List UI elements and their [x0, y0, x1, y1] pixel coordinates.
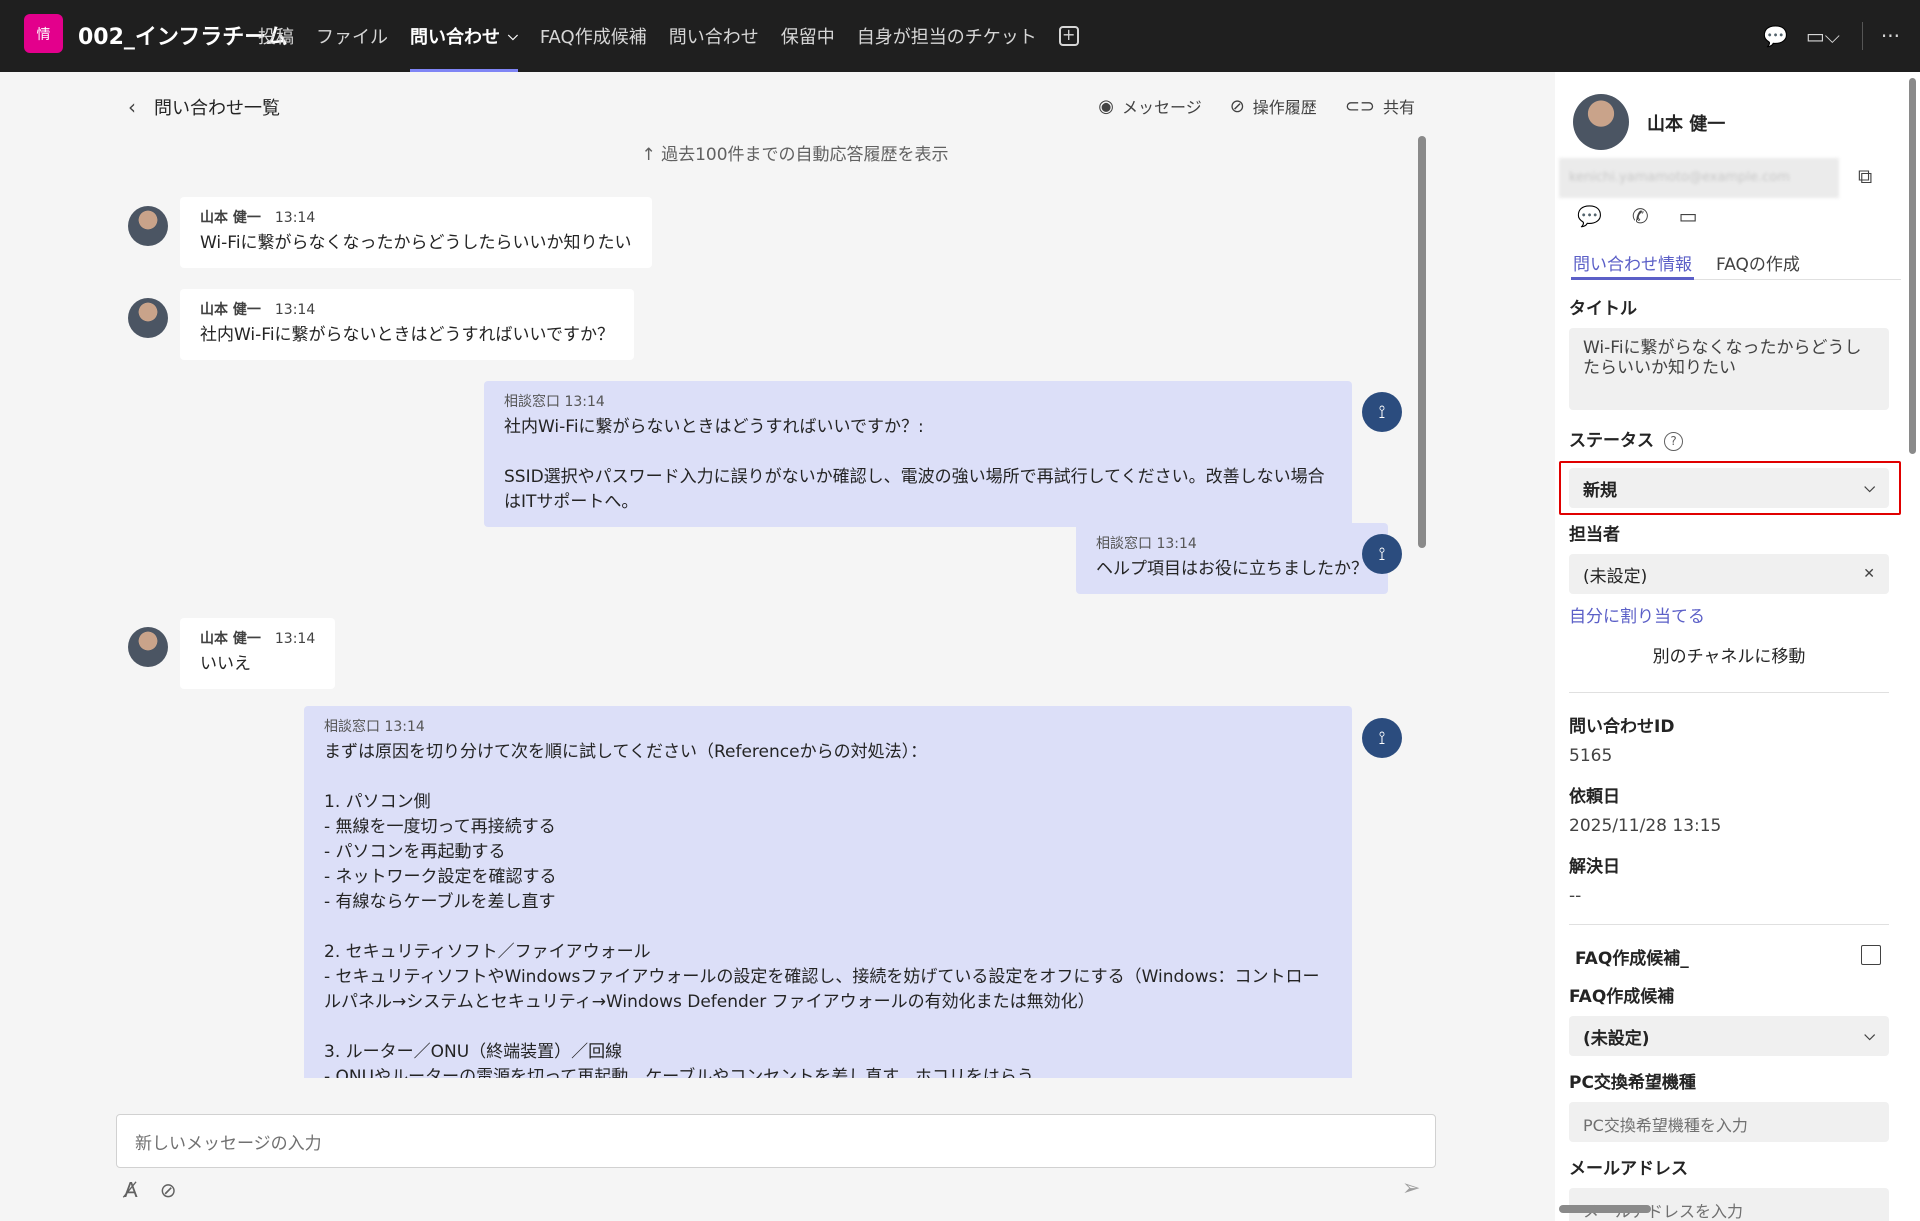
resolve-date-label: 解決日	[1569, 857, 1620, 877]
assignee-select[interactable]: (未設定) ✕	[1569, 554, 1889, 594]
faq-select[interactable]: (未設定) ⌵	[1569, 1016, 1889, 1056]
divider	[1861, 22, 1863, 50]
request-date-label: 依頼日	[1569, 787, 1620, 807]
faq-label: FAQ作成候補	[1569, 987, 1675, 1007]
tab-faq-candidates[interactable]: FAQ作成候補	[540, 0, 647, 72]
chevron-left-icon: ‹	[128, 95, 136, 119]
pc-label: PC交換希望機種	[1569, 1073, 1696, 1093]
tab-inquiry-info[interactable]: 問い合わせ情報	[1571, 250, 1694, 280]
chevron-down-icon: ⌵	[1864, 1028, 1875, 1044]
assign-self-link[interactable]: 自分に割り当てる	[1569, 602, 1705, 627]
format-icon[interactable]: A̸	[124, 1178, 138, 1202]
bot-message: 相談窓口 13:14 社内Wi-Fiに繋がらないときはどうすればいいですか？: …	[484, 381, 1352, 527]
chevron-down-icon: ⌵	[1864, 480, 1875, 496]
message-input[interactable]: 新しいメッセージの入力	[116, 1114, 1436, 1168]
panel-scrollbar[interactable]	[1909, 78, 1916, 454]
mail-label: メールアドレス	[1569, 1159, 1688, 1179]
user-email: kenichi.yamamoto@example.com	[1559, 158, 1839, 198]
inquiry-id-label: 問い合わせID	[1569, 717, 1675, 737]
help-icon[interactable]: ?	[1664, 431, 1683, 451]
tab-my-tickets[interactable]: 自身が担当のチケット	[857, 0, 1037, 72]
bot-message: 相談窓口 13:14 まずは原因を切り分けて次を順に試してください（Refere…	[304, 706, 1352, 1078]
user-message: 山本 健一 13:14 いいえ	[180, 618, 336, 689]
channel-tabs: 投稿 ファイル 問い合わせ ⌵ FAQ作成候補 問い合わせ 保留中 自身が担当のチ…	[258, 0, 1079, 72]
tab-posts[interactable]: 投稿	[258, 0, 294, 72]
move-channel-button[interactable]: 別のチャネルに移動	[1569, 642, 1889, 667]
more-icon[interactable]: ···	[1881, 24, 1900, 48]
copy-icon[interactable]: ⧉	[1858, 164, 1872, 188]
bot-icon[interactable]: ⟟	[1362, 534, 1402, 574]
video-call-icon[interactable]: ▭⌵	[1806, 24, 1840, 48]
eye-off-icon: ⊘	[1229, 95, 1245, 117]
divider	[1569, 924, 1889, 925]
bot-icon[interactable]: ⟟	[1362, 718, 1402, 758]
tab-files[interactable]: ファイル	[316, 0, 388, 72]
tab-on-hold[interactable]: 保留中	[781, 0, 835, 72]
avatar[interactable]	[128, 206, 168, 246]
tab-inquiries-active[interactable]: 問い合わせ ⌵	[410, 0, 518, 72]
send-icon[interactable]: ➢	[1402, 1176, 1420, 1201]
request-date-value: 2025/11/28 13:15	[1569, 816, 1722, 836]
contact-actions: 💬 ✆ ▭	[1577, 204, 1728, 228]
faq-checkbox-label: FAQ作成候補_	[1575, 949, 1689, 969]
history-button[interactable]: ⊘ 操作履歴	[1230, 94, 1317, 118]
bot-message: 相談窓口 13:14 ヘルプ項目はお役に立ちましたか？	[1076, 523, 1388, 594]
chat-area: ‹ 問い合わせ一覧 ◉ メッセージ ⊘ 操作履歴 ⊂⊃ 共有 ↑ 過去100件までの自…	[0, 72, 1555, 1221]
panel-tabs: 問い合わせ情報 FAQの作成	[1571, 250, 1901, 280]
user-message: 山本 健一 13:14 Wi-Fiに繋がらなくなったからどうしたらいいか知りたい	[180, 197, 652, 268]
title-field[interactable]: Wi-Fiに繋がらなくなったからどうしたらいいか知りたい	[1569, 328, 1889, 410]
phone-icon[interactable]: ✆	[1632, 204, 1649, 228]
clear-icon[interactable]: ✕	[1863, 566, 1875, 582]
message-button[interactable]: ◉ メッセージ	[1098, 94, 1201, 118]
avatar[interactable]	[1573, 94, 1629, 150]
resolve-date-value: --	[1569, 886, 1582, 906]
bot-icon[interactable]: ⟟	[1362, 392, 1402, 432]
back-to-list[interactable]: ‹ 問い合わせ一覧	[128, 94, 280, 120]
composer-tools: A̸ ⊘	[124, 1178, 198, 1202]
topbar-actions: 💬 ▭⌵ ···	[1745, 0, 1900, 72]
inquiry-id-value: 5165	[1569, 746, 1613, 766]
chevron-down-icon: ⌵	[508, 28, 518, 44]
tab-inquiries[interactable]: 問い合わせ	[669, 0, 759, 72]
attach-icon[interactable]: ⊘	[160, 1178, 177, 1202]
chat-icon[interactable]: 💬	[1577, 204, 1602, 228]
share-button[interactable]: ⊂⊃ 共有	[1345, 94, 1415, 118]
user-message: 山本 健一 13:14 社内Wi-Fiに繋がらないときはどうすればいいですか？	[180, 289, 635, 360]
tab-faq-create[interactable]: FAQの作成	[1714, 250, 1802, 280]
link-icon: ⊂⊃	[1344, 95, 1375, 117]
assignee-label: 担当者	[1569, 525, 1620, 545]
status-label: ステータス?	[1569, 426, 1683, 451]
history-link[interactable]: ↑ 過去100件までの自動応答履歴を表示	[0, 140, 1590, 165]
video-icon[interactable]: ▭	[1679, 204, 1698, 228]
inquiry-panel: 山本 健一 kenichi.yamamoto@example.com ⧉ 💬 ✆…	[1555, 72, 1920, 1221]
status-select[interactable]: 新規 ⌵	[1569, 468, 1889, 508]
panel-horizontal-scrollbar[interactable]	[1559, 1205, 1651, 1213]
divider	[1569, 692, 1889, 693]
faq-checkbox[interactable]	[1861, 945, 1881, 965]
eye-icon: ◉	[1098, 95, 1115, 117]
bot-message-long: 相談窓口 13:14 まずは原因を切り分けて次を順に試してください（Refere…	[304, 706, 1352, 1078]
user-name: 山本 健一	[1647, 114, 1726, 135]
team-icon[interactable]: 情	[24, 14, 63, 53]
avatar[interactable]	[128, 298, 168, 338]
add-tab-icon[interactable]: +	[1058, 26, 1079, 46]
team-name[interactable]: 002_インフラチーム	[78, 19, 288, 51]
top-bar: 情 002_インフラチーム 投稿 ファイル 問い合わせ ⌵ FAQ作成候補 問い合…	[0, 0, 1920, 72]
chat-actions: ◉ メッセージ ⊘ 操作履歴 ⊂⊃ 共有	[1070, 94, 1415, 118]
chat-icon[interactable]: 💬	[1763, 24, 1788, 48]
pc-input[interactable]: PC交換希望機種を入力	[1569, 1102, 1889, 1142]
title-label: タイトル	[1569, 299, 1637, 319]
avatar[interactable]	[128, 627, 168, 667]
chat-scrollbar[interactable]	[1418, 136, 1426, 548]
